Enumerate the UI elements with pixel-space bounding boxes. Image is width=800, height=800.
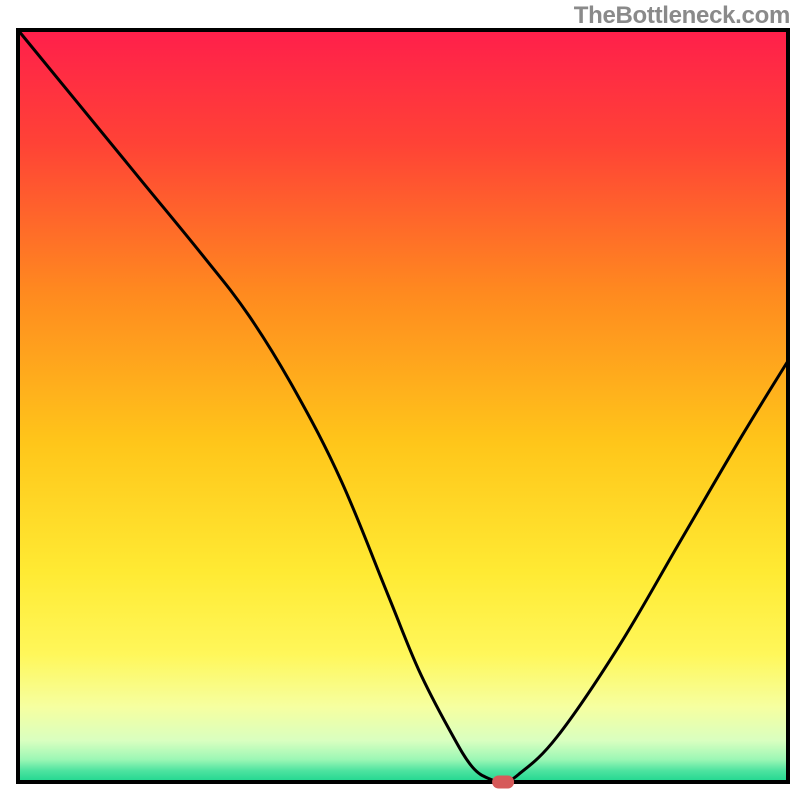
watermark-text: TheBottleneck.com — [574, 2, 790, 30]
plot-background — [18, 30, 788, 782]
chart-svg — [0, 0, 800, 800]
bottleneck-chart: TheBottleneck.com — [0, 0, 800, 800]
optimal-point-marker — [492, 776, 514, 789]
